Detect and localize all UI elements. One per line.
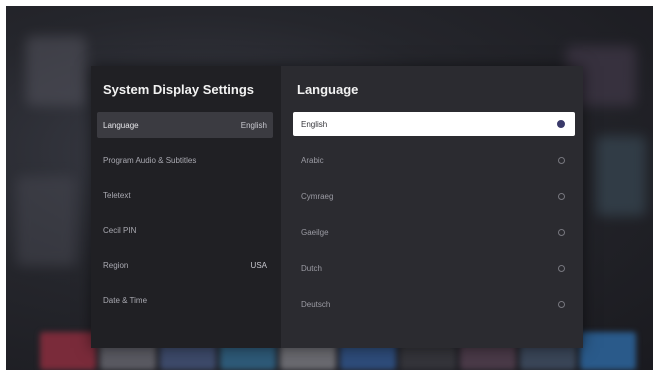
- menu-item-label: Program Audio & Subtitles: [103, 155, 197, 165]
- menu-item-language[interactable]: Language English: [97, 112, 273, 138]
- radio-icon: [558, 264, 565, 272]
- background-blur: [26, 36, 86, 106]
- menu-item-region[interactable]: Region USA: [97, 252, 273, 278]
- menu-item-pin[interactable]: Cecil PIN: [97, 217, 273, 243]
- language-option-gaeilge[interactable]: Gaeilge: [293, 220, 575, 244]
- language-option-label: Arabic: [301, 155, 324, 165]
- language-option-deutsch[interactable]: Deutsch: [293, 292, 575, 316]
- language-title: Language: [297, 82, 359, 97]
- menu-item-teletext[interactable]: Teletext: [97, 182, 273, 208]
- radio-icon: [558, 300, 565, 308]
- menu-item-label: Teletext: [103, 190, 131, 200]
- menu-item-value: USA: [250, 260, 267, 270]
- tv-screen: System Display Settings Language English…: [6, 6, 653, 370]
- menu-item-audio-subtitles[interactable]: Program Audio & Subtitles: [97, 147, 273, 173]
- language-option-label: Cymraeg: [301, 191, 334, 201]
- language-option-dutch[interactable]: Dutch: [293, 256, 575, 280]
- settings-title: System Display Settings: [103, 82, 254, 97]
- language-option-label: Deutsch: [301, 299, 331, 309]
- radio-icon: [558, 192, 565, 200]
- menu-item-label: Date & Time: [103, 295, 148, 305]
- settings-dialog: System Display Settings Language English…: [91, 66, 583, 348]
- radio-icon: [558, 156, 565, 164]
- menu-item-label: Region: [103, 260, 129, 270]
- language-option-label: Gaeilge: [301, 227, 329, 237]
- menu-item-date-time[interactable]: Date & Time: [97, 287, 273, 313]
- menu-item-label: Language: [103, 120, 139, 130]
- menu-item-value: English: [240, 120, 267, 130]
- radio-icon: [558, 228, 565, 236]
- background-blur: [596, 136, 646, 216]
- language-option-arabic[interactable]: Arabic: [293, 148, 575, 172]
- language-option-label: Dutch: [301, 263, 322, 273]
- background-blur: [16, 176, 76, 266]
- language-option-english[interactable]: English: [293, 112, 575, 136]
- menu-item-label: Cecil PIN: [103, 225, 137, 235]
- language-option-label: English: [301, 119, 328, 129]
- language-panel: Language English Arabic Cymraeg Gaeilge …: [281, 66, 583, 348]
- radio-selected-icon: [557, 120, 565, 128]
- settings-menu: System Display Settings Language English…: [91, 66, 281, 348]
- language-option-cymraeg[interactable]: Cymraeg: [293, 184, 575, 208]
